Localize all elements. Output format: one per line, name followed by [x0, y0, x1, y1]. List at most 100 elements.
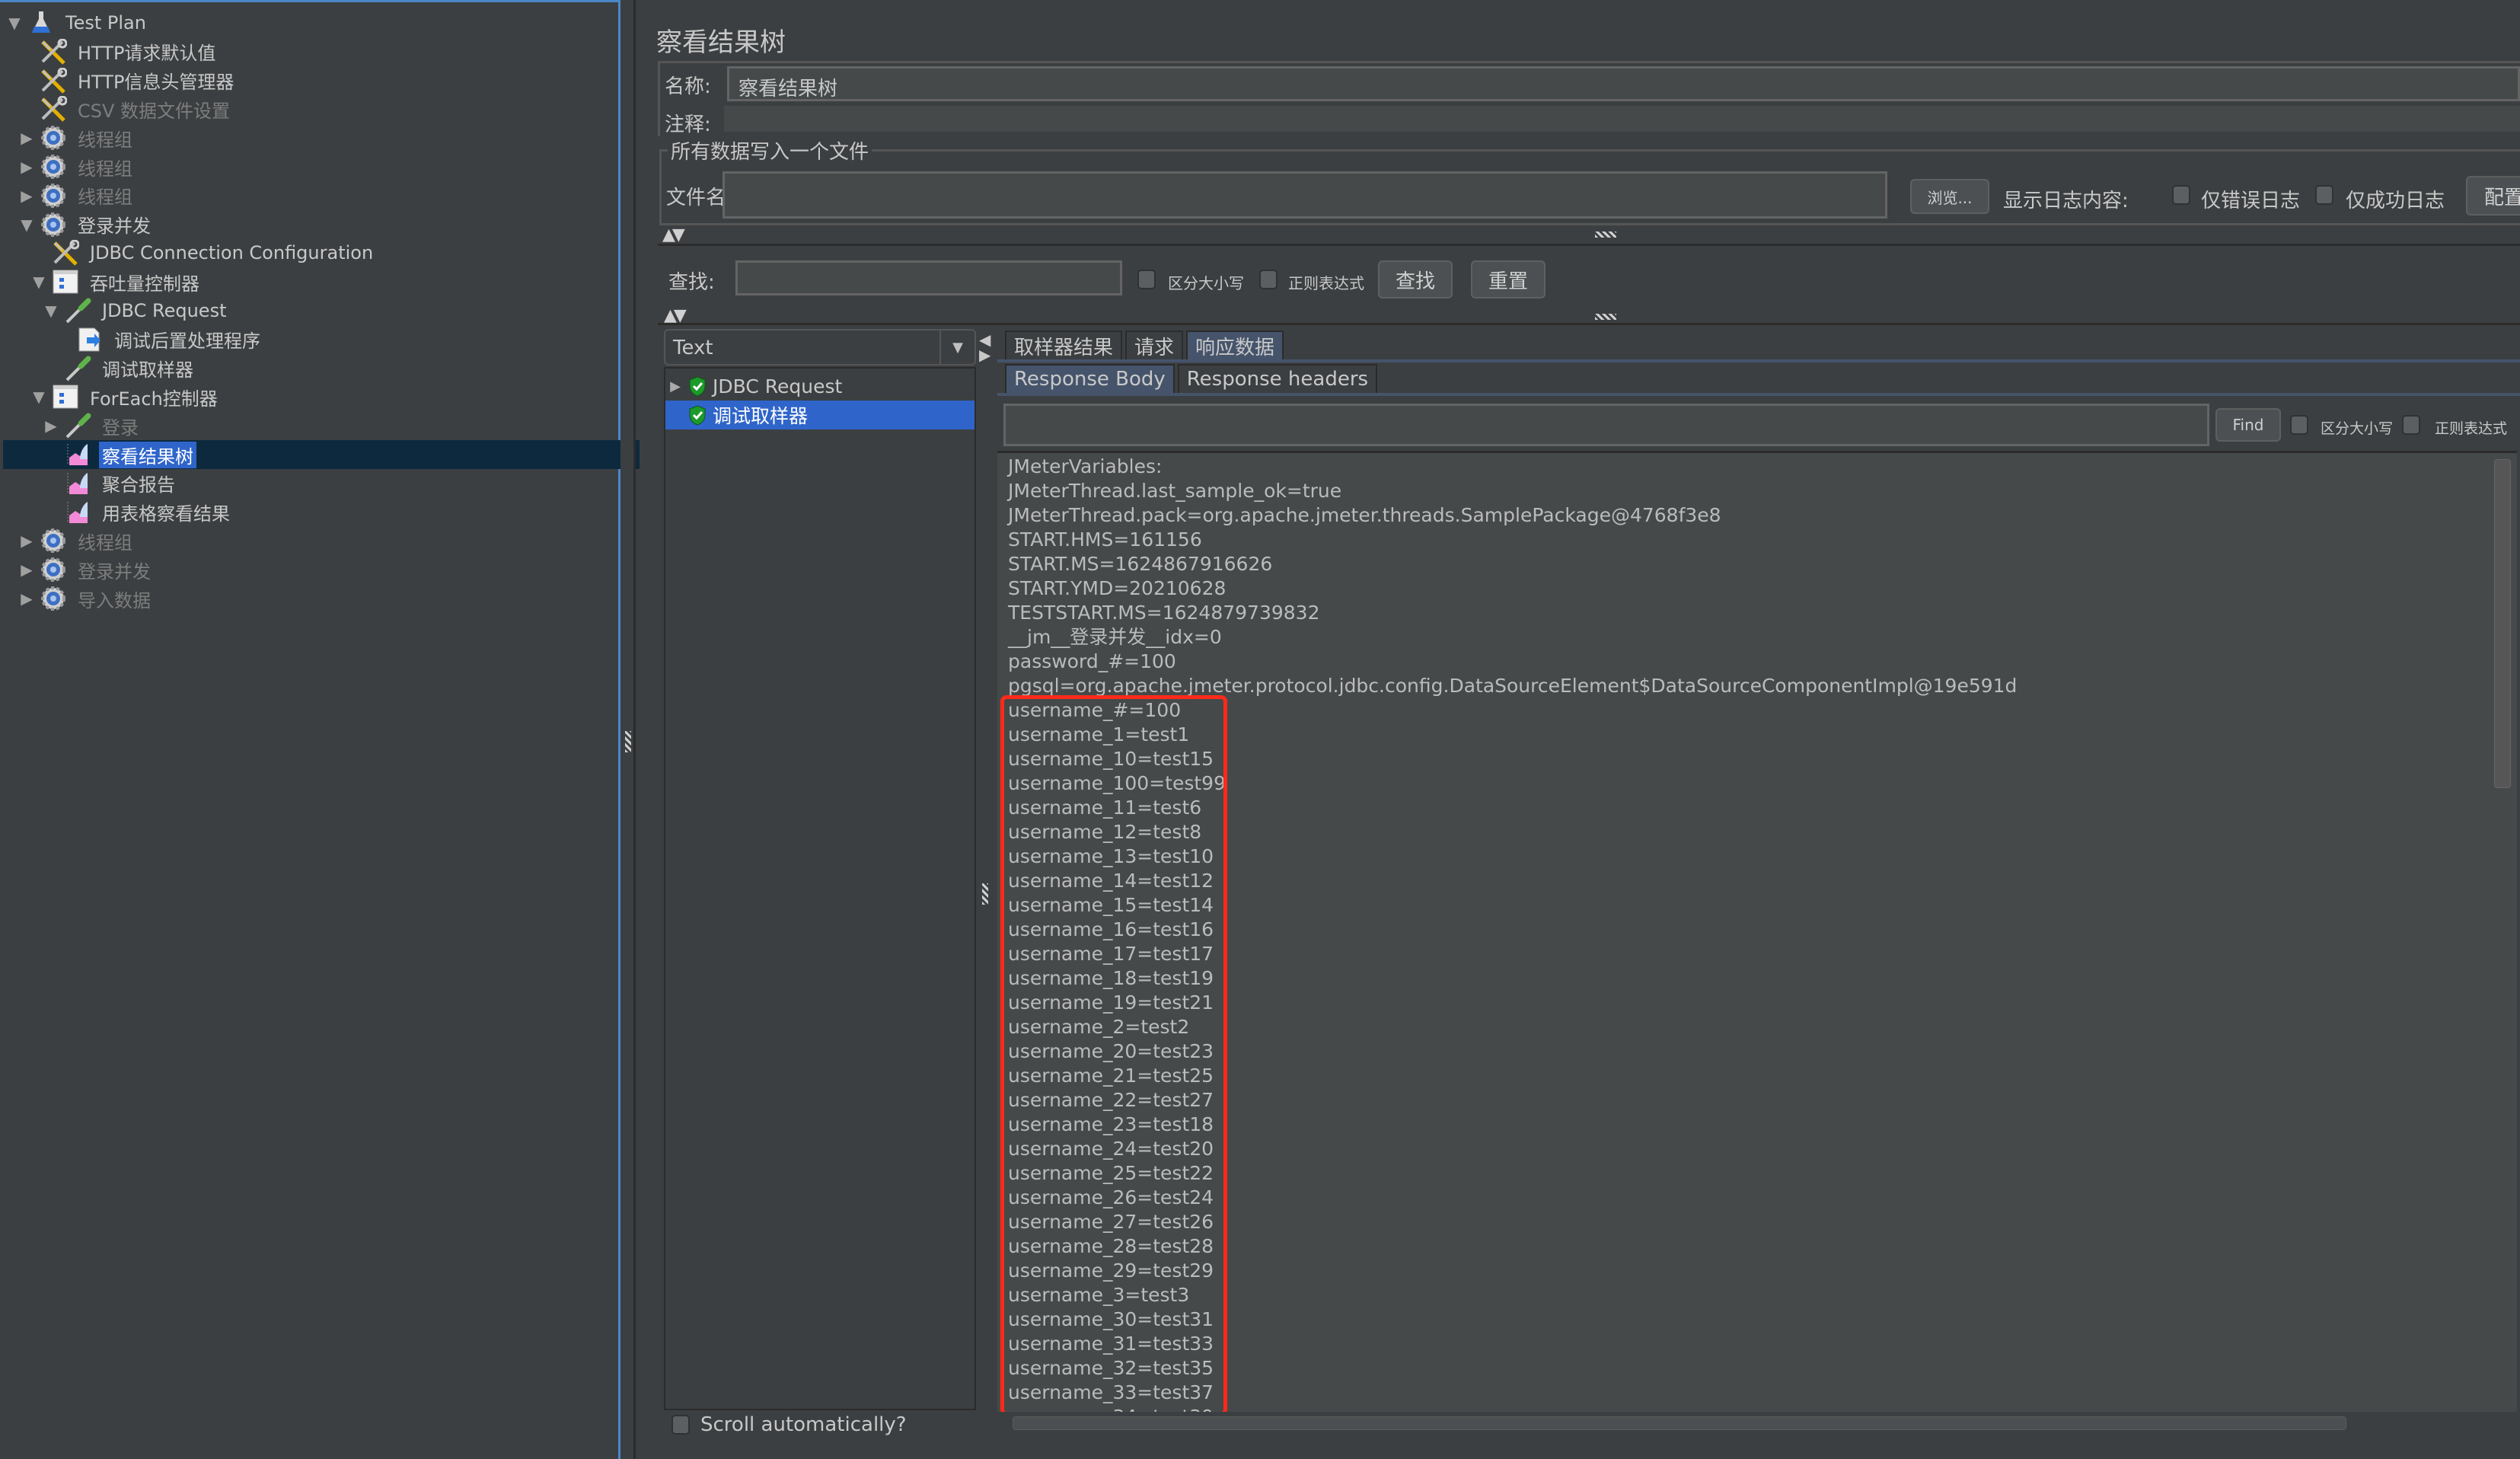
gear-icon — [38, 527, 69, 554]
toggle-spacer — [55, 331, 72, 348]
pipette-icon — [62, 355, 93, 382]
response-line: TESTSTART.MS=1624879739832 — [1008, 602, 1320, 624]
success-only-checkbox[interactable] — [2315, 185, 2333, 205]
divider-grip-icon[interactable] — [625, 731, 631, 752]
tree-node[interactable]: ▶ 线程组 — [18, 123, 136, 152]
tree-node[interactable]: ▼ 登录并发 — [18, 210, 154, 239]
response-body-text-area[interactable]: JMeterVariables: JMeterThread.last_sample… — [997, 451, 2517, 1412]
search-regex-checkbox[interactable] — [1259, 270, 1278, 289]
expand-toggle-icon[interactable]: ▼ — [43, 302, 59, 320]
split-pane-divider[interactable] — [620, 0, 636, 1459]
tree-node[interactable]: ▼ JDBC Request — [43, 296, 229, 325]
tree-node[interactable]: ▶ 线程组 — [18, 181, 136, 210]
tree-node[interactable]: ▶ 登录 — [43, 411, 142, 440]
response-line: __jm__登录并发__idx=0 — [1008, 626, 1222, 648]
tree-node-label: 线程组 — [78, 158, 132, 180]
inner-divider-grip-icon[interactable] — [982, 883, 988, 905]
expand-toggle-icon[interactable]: ▼ — [30, 388, 47, 406]
collapse-toggle-icon[interactable]: ▶ — [665, 378, 685, 394]
renderer-select-value: Text — [673, 337, 713, 359]
wrench-screwdriver-icon — [50, 239, 81, 267]
wrench-screwdriver-icon — [38, 38, 69, 65]
detail-tab-1[interactable]: 请求 — [1125, 330, 1184, 359]
tree-node[interactable]: ▼ Test Plan — [6, 8, 149, 37]
collapse-toggle-icon[interactable]: ▶ — [43, 417, 59, 435]
tree-node-label: 登录 — [102, 417, 139, 439]
tree-node[interactable]: 聚合报告 — [43, 469, 178, 498]
configure-button[interactable]: 配置 — [2466, 176, 2520, 215]
search-regex-label: 正则表达式 — [1288, 274, 1364, 292]
renderer-select[interactable]: Text ▼ — [664, 329, 976, 366]
search-reset-button[interactable]: 重置 — [1471, 260, 1545, 299]
tree-node[interactable]: 用表格察看结果 — [43, 498, 233, 527]
search-case-sensitive-checkbox[interactable] — [1137, 270, 1156, 289]
wrench-screwdriver-icon — [38, 67, 69, 94]
vertical-scrollbar-thumb[interactable] — [2494, 459, 2511, 788]
scroll-automatically-checkbox[interactable] — [671, 1415, 690, 1435]
tree-node[interactable]: ▶ 线程组 — [18, 526, 136, 555]
sample-result-label: 调试取样器 — [713, 405, 809, 427]
response-case-sensitive-checkbox[interactable] — [2290, 415, 2308, 435]
filename-input[interactable] — [723, 171, 1887, 219]
splitter-grip-icon[interactable] — [1595, 231, 1616, 238]
tree-node[interactable]: 调试取样器 — [43, 354, 196, 383]
tree-node-label: 吞吐量控制器 — [90, 273, 199, 295]
errors-only-label: 仅错误日志 — [2201, 190, 2301, 212]
collapse-toggle-icon[interactable]: ▶ — [18, 589, 35, 608]
detail-tab-2[interactable]: 响应数据 — [1186, 330, 1284, 359]
chevron-down-icon[interactable]: ▼ — [939, 330, 975, 364]
response-find-button[interactable]: Find — [2215, 408, 2281, 442]
response-line: JMeterVariables: — [1008, 455, 1163, 477]
sample-result-row[interactable]: 调试取样器 — [665, 401, 975, 429]
tree-node[interactable]: ▶ 导入数据 — [18, 584, 154, 613]
splitter-grip-icon-2[interactable] — [1595, 314, 1616, 320]
comment-input[interactable] — [724, 106, 2520, 132]
response-regex-checkbox[interactable] — [2402, 415, 2420, 435]
toggle-spacer — [43, 504, 59, 521]
collapse-toggle-icon[interactable]: ▶ — [18, 187, 35, 205]
pipette-icon — [62, 412, 93, 439]
browse-button[interactable]: 浏览... — [1910, 179, 1989, 214]
subtab-underline — [997, 393, 2520, 396]
test-plan-tree[interactable]: ▼ Test Plan HTTP请求默认值 HTTP信息头管理器 CSV 数据文件设置 ▶… — [0, 0, 658, 1459]
collapse-toggle-icon[interactable]: ▶ — [18, 532, 35, 550]
expand-toggle-icon[interactable]: ▼ — [6, 14, 23, 32]
tree-node-label: 导入数据 — [78, 589, 151, 611]
tree-node[interactable]: HTTP信息头管理器 — [18, 66, 237, 95]
expand-toggle-icon[interactable]: ▼ — [18, 215, 35, 234]
collapse-toggle-icon[interactable]: ▶ — [18, 158, 35, 176]
tree-node[interactable]: CSV 数据文件设置 — [18, 94, 233, 123]
sample-result-row[interactable]: ▶ JDBC Request — [665, 372, 975, 401]
view-results-tree-panel: 察看结果树 名称: 察看结果树 注释: 所有数据写入一个文件 文件名 浏览...… — [640, 0, 2520, 1459]
expand-toggle-icon[interactable]: ▼ — [30, 273, 47, 291]
tree-node[interactable]: ▶ 登录并发 — [18, 555, 154, 584]
tree-node[interactable]: HTTP请求默认值 — [18, 37, 219, 66]
name-input[interactable]: 察看结果树 — [727, 66, 2520, 101]
response-subtab-0[interactable]: Response Body — [1005, 364, 1175, 393]
collapse-toggle-icon[interactable]: ▶ — [18, 560, 35, 579]
tree-node[interactable]: ▶ 线程组 — [18, 152, 136, 181]
errors-only-checkbox[interactable] — [2172, 185, 2190, 205]
collapse-toggle-icon[interactable]: ▶ — [18, 129, 35, 147]
search-input[interactable] — [735, 260, 1122, 295]
tree-node[interactable]: ▼ 吞吐量控制器 — [30, 267, 203, 296]
tree-node[interactable]: 察看结果树 — [3, 440, 658, 469]
sample-results-tree[interactable]: ▶ JDBC Request 调试取样器 — [664, 367, 976, 1410]
success-shield-icon — [688, 375, 707, 397]
tree-node[interactable]: 调试后置处理程序 — [55, 325, 263, 354]
tree-node[interactable]: ▼ ForEach控制器 — [30, 382, 221, 411]
tree-node[interactable]: JDBC Connection Configuration — [30, 238, 376, 267]
response-find-input[interactable] — [1003, 404, 2209, 446]
response-subtab-1[interactable]: Response headers — [1177, 364, 1378, 393]
gear-icon — [38, 153, 69, 180]
toggle-spacer — [43, 360, 59, 377]
detail-tab-0[interactable]: 取样器结果 — [1005, 330, 1123, 359]
panel-title: 察看结果树 — [656, 27, 786, 58]
pipette-icon — [62, 297, 93, 324]
postprocessor-icon — [75, 326, 105, 353]
controller-icon — [50, 383, 81, 410]
horizontal-scrollbar[interactable] — [1013, 1416, 2346, 1430]
collapse-expand-arrows-icon[interactable]: ▲▼ — [662, 225, 685, 244]
search-find-button[interactable]: 查找 — [1378, 260, 1453, 299]
inner-divider-arrows-icon[interactable]: ◀ ▶ — [979, 332, 990, 362]
